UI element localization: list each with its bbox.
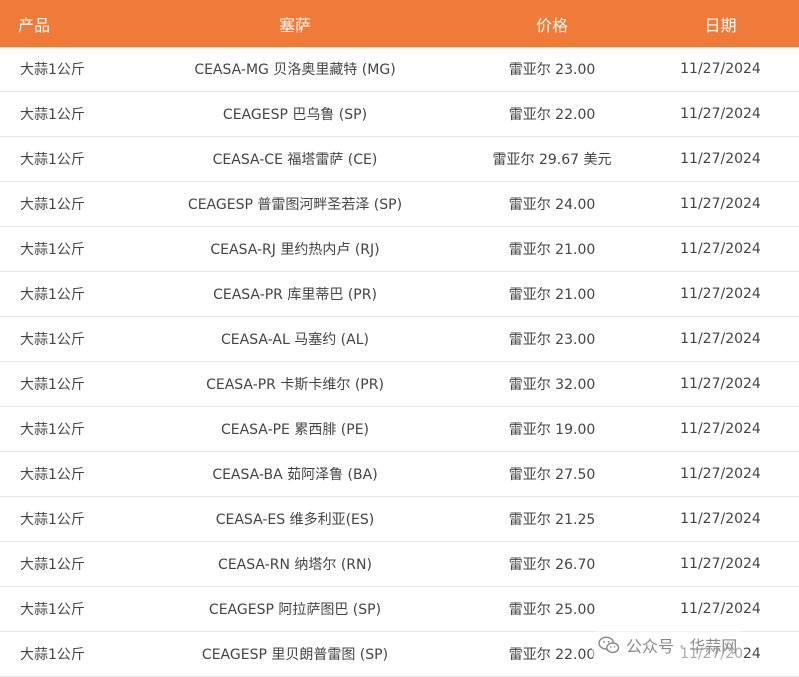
table-row: 大蒜1公斤 CEASA-PR 卡斯卡维尔 (PR) 雷亚尔 32.00 11/27/2… [0, 362, 799, 407]
cell-product: 大蒜1公斤 [20, 557, 85, 573]
price-table: 产品 塞萨 价格 日期 大蒜1公斤 CEASA-MG 贝洛奥里藏特 (MG) 雷亚尔… [0, 0, 799, 677]
wechat-icon [598, 636, 620, 654]
table-row: 大蒜1公斤 CEASA-AL 马塞约 (AL) 雷亚尔 23.00 11/27/202… [0, 317, 799, 362]
cell-date: 11/27/2024 [680, 376, 761, 392]
table-body: 大蒜1公斤 CEASA-MG 贝洛奥里藏特 (MG) 雷亚尔 23.00 11/27/… [0, 47, 799, 677]
table-row: 大蒜1公斤 CEASA-CE 福塔雷萨 (CE) 雷亚尔 29.67 美元 11/27… [0, 137, 799, 182]
cell-market: CEASA-PR 库里蒂巴 (PR) [213, 287, 377, 303]
cell-product: 大蒜1公斤 [20, 197, 85, 213]
cell-product: 大蒜1公斤 [20, 377, 85, 393]
cell-date: 11/27/2024 [680, 511, 761, 527]
table-row: 大蒜1公斤 CEASA-RJ 里约热内卢 (RJ) 雷亚尔 21.00 11/27/2… [0, 227, 799, 272]
cell-product: 大蒜1公斤 [20, 602, 85, 618]
cell-date: 11/27/2024 [680, 151, 761, 167]
cell-product: 大蒜1公斤 [20, 107, 85, 123]
cell-product: 大蒜1公斤 [20, 152, 85, 168]
cell-product: 大蒜1公斤 [20, 332, 85, 348]
cell-price: 雷亚尔 27.50 [508, 467, 596, 483]
cell-market: CEASA-PR 卡斯卡维尔 (PR) [206, 377, 384, 393]
cell-price: 雷亚尔 19.00 [508, 422, 596, 438]
cell-date: 11/27/2024 [680, 286, 761, 302]
table-header: 产品 塞萨 价格 日期 [0, 0, 799, 47]
header-market[interactable]: 塞萨 [128, 12, 462, 36]
cell-product: 大蒜1公斤 [20, 512, 85, 528]
table-row: 大蒜1公斤 CEASA-PE 累西腓 (PE) 雷亚尔 19.00 11/27/202… [0, 407, 799, 452]
cell-product: 大蒜1公斤 [20, 467, 85, 483]
cell-date: 11/27/2024 [680, 331, 761, 347]
cell-market: CEASA-MG 贝洛奥里藏特 (MG) [194, 62, 396, 78]
cell-price: 雷亚尔 23.00 [508, 332, 596, 348]
header-price[interactable]: 价格 [462, 12, 642, 36]
cell-date: 11/27/2024 [680, 241, 761, 257]
table-row: 大蒜1公斤 CEASA-RN 纳塔尔 (RN) 雷亚尔 26.70 11/27/202… [0, 542, 799, 587]
cell-market: CEASA-CE 福塔雷萨 (CE) [212, 152, 378, 168]
cell-price: 雷亚尔 22.00 [508, 107, 596, 123]
cell-price: 雷亚尔 24.00 [508, 197, 596, 213]
cell-market: CEASA-BA 茹阿泽鲁 (BA) [212, 467, 378, 483]
table-row: 大蒜1公斤 CEAGESP 普雷图河畔圣若泽 (SP) 雷亚尔 24.00 11/27… [0, 182, 799, 227]
cell-price: 雷亚尔 32.00 [508, 377, 596, 393]
cell-product: 大蒜1公斤 [20, 242, 85, 258]
cell-date: 11/27/2024 [680, 196, 761, 212]
cell-product: 大蒜1公斤 [20, 287, 85, 303]
cell-market: CEASA-RN 纳塔尔 (RN) [218, 557, 372, 573]
watermark: 公众号 · 华蒜网 [592, 631, 744, 659]
cell-market: CEAGESP 里贝朗普雷图 (SP) [201, 647, 389, 663]
cell-price: 雷亚尔 21.00 [508, 242, 596, 258]
header-date[interactable]: 日期 [642, 12, 799, 36]
cell-market: CEAGESP 阿拉萨图巴 (SP) [208, 602, 382, 618]
cell-market: CEASA-PE 累西腓 (PE) [220, 422, 370, 438]
cell-product: 大蒜1公斤 [20, 647, 85, 663]
cell-date: 11/27/2024 [680, 601, 761, 617]
cell-price: 雷亚尔 21.00 [508, 287, 596, 303]
cell-product: 大蒜1公斤 [20, 422, 85, 438]
cell-market: CEASA-AL 马塞约 (AL) [221, 332, 369, 348]
cell-market: CEASA-RJ 里约热内卢 (RJ) [210, 242, 380, 258]
cell-price: 雷亚尔 23.00 [508, 62, 596, 78]
cell-price: 雷亚尔 21.25 [508, 512, 596, 528]
cell-date: 11/27/2024 [680, 556, 761, 572]
table-row: 大蒜1公斤 CEASA-MG 贝洛奥里藏特 (MG) 雷亚尔 23.00 11/27/… [0, 47, 799, 92]
cell-price: 雷亚尔 29.67 美元 [492, 152, 612, 168]
table-row: 大蒜1公斤 CEASA-ES 维多利亚(ES) 雷亚尔 21.25 11/27/202… [0, 497, 799, 542]
table-row: 大蒜1公斤 CEAGESP 巴乌鲁 (SP) 雷亚尔 22.00 11/27/2024 [0, 92, 799, 137]
cell-price: 雷亚尔 25.00 [508, 602, 596, 618]
cell-price: 雷亚尔 26.70 [508, 557, 596, 573]
table-row: 大蒜1公斤 CEASA-PR 库里蒂巴 (PR) 雷亚尔 21.00 11/27/20… [0, 272, 799, 317]
cell-product: 大蒜1公斤 [20, 62, 85, 78]
table-row: 大蒜1公斤 CEASA-BA 茹阿泽鲁 (BA) 雷亚尔 27.50 11/27/20… [0, 452, 799, 497]
cell-date: 11/27/2024 [680, 106, 761, 122]
cell-date: 11/27/2024 [680, 61, 761, 77]
cell-date: 11/27/2024 [680, 466, 761, 482]
cell-date: 11/27/2024 [680, 421, 761, 437]
table-row: 大蒜1公斤 CEAGESP 阿拉萨图巴 (SP) 雷亚尔 25.00 11/27/20… [0, 587, 799, 632]
header-product[interactable]: 产品 [0, 12, 128, 36]
cell-market: CEAGESP 巴乌鲁 (SP) [222, 107, 368, 123]
cell-market: CEASA-ES 维多利亚(ES) [215, 512, 375, 528]
watermark-text: 公众号 · 华蒜网 [626, 637, 738, 656]
cell-market: CEAGESP 普雷图河畔圣若泽 (SP) [187, 197, 403, 213]
